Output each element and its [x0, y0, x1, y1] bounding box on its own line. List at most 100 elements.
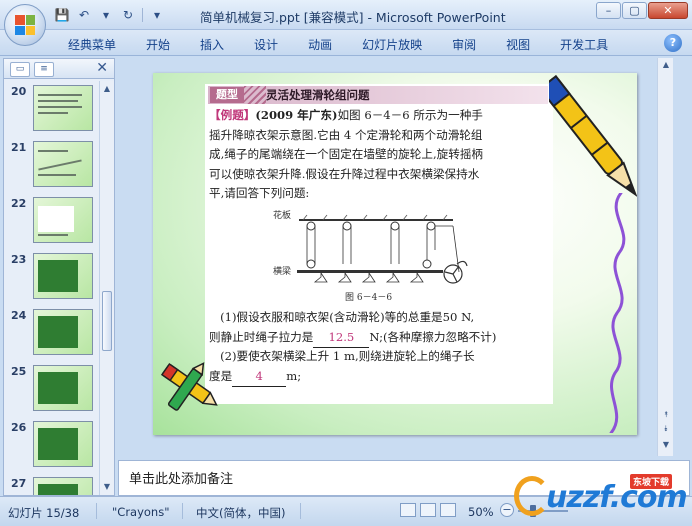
- tab-insert[interactable]: 插入: [185, 36, 239, 53]
- slide-thumbnail[interactable]: 26: [4, 417, 100, 473]
- section-heading: 题型 灵活处理滑轮组问题: [208, 86, 548, 104]
- slide-sorter-icon[interactable]: [420, 503, 436, 517]
- language-indicator[interactable]: 中文(简体，中国): [196, 505, 285, 521]
- window-title: 简单机械复习.ppt [兼容模式] - Microsoft PowerPoint: [200, 10, 506, 25]
- close-button[interactable]: ✕: [648, 2, 688, 19]
- ceiling-label: 花板: [273, 209, 291, 221]
- example-line: 如图 6－4－6 所示为一种手: [337, 108, 483, 122]
- slide-thumbnail[interactable]: 20: [4, 81, 100, 137]
- example-line: 可以使晾衣架升降.假设在升降过程中衣架横梁保持水: [209, 166, 480, 181]
- minimize-button[interactable]: –: [596, 2, 621, 19]
- maximize-button[interactable]: ▢: [622, 2, 647, 19]
- site-watermark: uzzf.com 东坡下载: [510, 470, 692, 526]
- window-controls: – ▢ ✕: [596, 2, 688, 19]
- heading-text: 灵活处理滑轮组问题: [266, 88, 370, 102]
- slide-preview: [33, 197, 93, 243]
- current-slide[interactable]: 题型 灵活处理滑轮组问题 【例题】(2009 年广东)如图 6－4－6 所示为一…: [153, 73, 637, 435]
- tab-design[interactable]: 设计: [239, 36, 293, 53]
- question-1-line-b: 则静止时绳子拉力是: [209, 329, 314, 344]
- tab-view[interactable]: 视图: [491, 36, 545, 53]
- help-icon[interactable]: ?: [664, 34, 682, 52]
- crayons-decoration-icon: [160, 362, 218, 411]
- title-bar: 💾 ↶ ▾ ↻ ▾ 简单机械复习.ppt [兼容模式] - Microsoft …: [0, 0, 692, 30]
- undo-dropdown-icon[interactable]: ▾: [98, 7, 114, 23]
- questions-box[interactable]: (1)假设衣服和晾衣架(含动滑轮)等的总重是50 N, 则静止时绳子拉力是 12.…: [205, 302, 553, 404]
- slide-thumbnail[interactable]: 24: [4, 305, 100, 361]
- slide-thumbnail[interactable]: 22: [4, 193, 100, 249]
- slide-thumbnails: 20 21 22 23 24 25 26 27: [4, 81, 100, 495]
- zoom-level[interactable]: 50%: [468, 505, 494, 519]
- slide-show-icon[interactable]: [440, 503, 456, 517]
- slide-preview: [33, 253, 93, 299]
- heading-tag: 题型: [210, 87, 244, 103]
- slide-preview: [33, 477, 93, 495]
- answer-2: 4: [232, 367, 287, 387]
- slide-number: 23: [11, 253, 27, 266]
- question-2: (2)要使衣架横梁上升 1 m,则绕进旋轮上的绳子长 度是 4 m;: [209, 347, 555, 387]
- slide-thumbnail[interactable]: 27: [4, 473, 100, 495]
- slide-content-box[interactable]: 题型 灵活处理滑轮组问题 【例题】(2009 年广东)如图 6－4－6 所示为一…: [205, 84, 553, 303]
- slide-editor: 题型 灵活处理滑轮组问题 【例题】(2009 年广东)如图 6－4－6 所示为一…: [118, 58, 673, 456]
- tab-developer[interactable]: 开发工具: [545, 36, 623, 53]
- office-logo-icon: [15, 15, 35, 35]
- question-2-line-a: (2)要使衣架横梁上升 1 m,则绕进旋轮上的绳子长: [220, 349, 475, 363]
- status-separator: [182, 503, 183, 519]
- slide-number: 21: [11, 141, 27, 154]
- example-label: 【例题】: [209, 108, 256, 122]
- question-2-tail: m;: [286, 368, 302, 383]
- scroll-thumb[interactable]: [102, 291, 112, 351]
- watermark-logo-icon: [514, 476, 550, 516]
- notes-placeholder: 单击此处添加备注: [129, 472, 234, 487]
- pane-close-icon[interactable]: ✕: [96, 60, 108, 76]
- pane-scrollbar[interactable]: ▲ ▼: [99, 81, 114, 495]
- pane-tabs: ▭ ≡ ✕: [4, 59, 114, 79]
- tab-classic-menu[interactable]: 经典菜单: [68, 36, 131, 53]
- pulley-figure: 花板 横梁: [273, 209, 468, 284]
- slide-thumbnail[interactable]: 23: [4, 249, 100, 305]
- question-1: (1)假设衣服和晾衣架(含动滑轮)等的总重是50 N, 则静止时绳子拉力是 12.…: [209, 308, 555, 348]
- office-button[interactable]: [4, 4, 46, 46]
- scroll-down-icon[interactable]: ▼: [101, 480, 113, 494]
- status-separator: [300, 503, 301, 519]
- tab-review[interactable]: 审阅: [437, 36, 491, 53]
- outline-tab-icon[interactable]: ≡: [34, 62, 54, 77]
- undo-icon[interactable]: ↶: [76, 7, 92, 23]
- tab-animations[interactable]: 动画: [293, 36, 347, 53]
- example-paragraph: 【例题】(2009 年广东)如图 6－4－6 所示为一种手 摇升降晾衣架示意图.…: [209, 106, 551, 204]
- redo-icon[interactable]: ↻: [120, 7, 136, 23]
- scroll-down-icon[interactable]: ▼: [660, 440, 672, 449]
- scroll-up-icon[interactable]: ▲: [660, 60, 672, 69]
- qat-separator: [142, 8, 143, 22]
- next-slide-icon[interactable]: ⯯: [660, 424, 672, 434]
- slides-pane: ▭ ≡ ✕ 20 21 22 23 24 25 26 27 ▲ ▼: [3, 58, 115, 496]
- beam-label: 横梁: [273, 265, 291, 277]
- slide-thumbnail[interactable]: 25: [4, 361, 100, 417]
- slide-number: 27: [11, 477, 27, 490]
- previous-slide-icon[interactable]: ⯭: [660, 410, 672, 420]
- slide-thumbnail[interactable]: 21: [4, 137, 100, 193]
- heading-stripes: [244, 86, 266, 104]
- save-icon[interactable]: 💾: [54, 7, 70, 23]
- status-separator: [96, 503, 97, 519]
- slide-preview: [33, 421, 93, 467]
- tab-home[interactable]: 开始: [131, 36, 185, 53]
- slide-preview: [33, 309, 93, 355]
- slides-tab-icon[interactable]: ▭: [10, 62, 30, 77]
- scroll-up-icon[interactable]: ▲: [101, 82, 113, 96]
- question-1-tail: N;(各种摩擦力忽略不计): [369, 329, 497, 344]
- example-line: 摇升降晾衣架示意图.它由 4 个定滑轮和两个动滑轮组: [209, 127, 483, 142]
- slide-number: 25: [11, 365, 27, 378]
- slide-number: 20: [11, 85, 27, 98]
- example-source: (2009 年广东): [255, 108, 338, 122]
- answer-1: 12.5: [313, 328, 370, 348]
- slide-count: 幻灯片 15/38: [8, 506, 80, 520]
- ribbon-tabs: 经典菜单 开始 插入 设计 动画 幻灯片放映 审阅 视图 开发工具 ?: [0, 30, 692, 56]
- normal-view-icon[interactable]: [400, 503, 416, 517]
- slide-preview: [33, 141, 93, 187]
- slide-number: 26: [11, 421, 27, 434]
- slide-scrollbar[interactable]: ▲ ⯭ ⯯ ▼: [657, 58, 673, 456]
- slide-number: 24: [11, 309, 27, 322]
- example-line: 平,请回答下列问题:: [209, 186, 310, 200]
- customize-qat-icon[interactable]: ▾: [149, 7, 165, 23]
- tab-slide-show[interactable]: 幻灯片放映: [347, 36, 437, 53]
